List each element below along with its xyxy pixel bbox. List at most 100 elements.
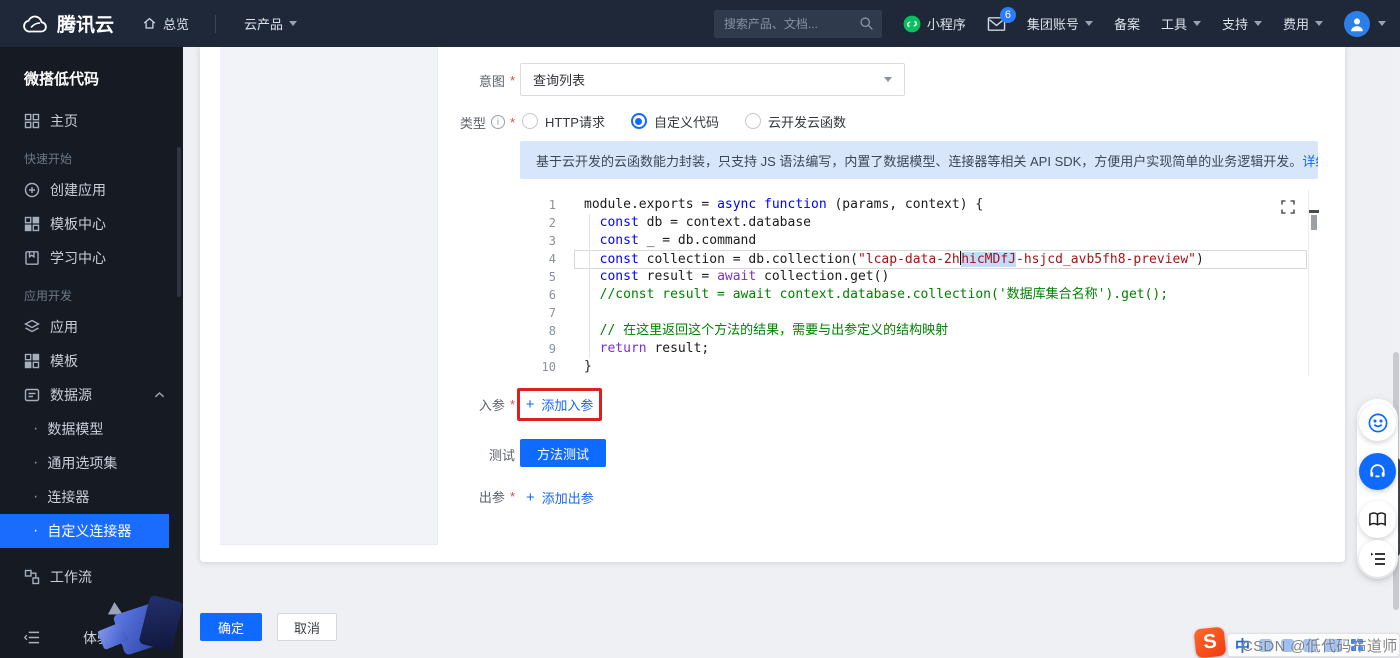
- feedback-smiley-button[interactable]: [1359, 404, 1396, 441]
- confirm-button[interactable]: 确定: [200, 613, 262, 641]
- line-number: 9: [548, 342, 556, 356]
- bullet-dot: ·: [33, 522, 39, 539]
- nav-cloud-products[interactable]: 云产品: [244, 14, 298, 33]
- nav-record[interactable]: 备案: [1114, 14, 1140, 33]
- indent-guide: [589, 214, 590, 358]
- input-params-label: 入参 *: [478, 396, 515, 413]
- nav-billing[interactable]: 费用: [1283, 14, 1323, 33]
- template-icon: [24, 353, 40, 369]
- custom-connector-method-dialog: 意图 * 查询列表 类型 i * HTTP请求 自定义代码 云开发云函数 基于云开发的…: [200, 47, 1345, 562]
- experience-survey-link[interactable]: 体验调研: [83, 628, 139, 648]
- sogou-input-logo[interactable]: S: [1193, 626, 1227, 658]
- chevron-down-icon: [884, 77, 892, 86]
- account-menu-caret[interactable]: [1378, 17, 1386, 30]
- radio-option-自定义代码[interactable]: 自定义代码: [630, 112, 719, 131]
- grid-icon: [24, 113, 40, 129]
- sidebar-item-工作流[interactable]: 工作流: [0, 560, 183, 594]
- caret-down-icon: [1084, 21, 1093, 30]
- search-icon: [859, 16, 874, 31]
- line-number: 10: [541, 360, 556, 374]
- main-content: 意图 * 查询列表 类型 i * HTTP请求 自定义代码 云开发云函数 基于云开发的…: [183, 47, 1400, 658]
- radio-unchecked-icon[interactable]: [744, 113, 761, 129]
- caret-down-icon: [289, 21, 298, 30]
- sidebar-item-应用[interactable]: 应用: [0, 310, 183, 344]
- code-line: 2 const db = context.database: [520, 214, 1318, 232]
- arrow-circle-icon[interactable]: [145, 630, 160, 645]
- nav-divider: [215, 14, 217, 33]
- required-mark: *: [509, 72, 515, 88]
- intent-select[interactable]: 查询列表: [520, 63, 905, 96]
- code-line: 8 // 在这里返回这个方法的结果，需要与出参定义的结构映射: [520, 322, 1318, 340]
- sidebar-item-数据模型[interactable]: · 数据模型: [0, 412, 183, 446]
- code-line: 4 const collection = db.collection("lcap…: [520, 250, 1318, 269]
- add-input-param-button[interactable]: + 添加入参: [526, 395, 594, 414]
- sidebar-item-主页[interactable]: 主页: [0, 104, 183, 138]
- sidebar-item-连接器[interactable]: · 连接器: [0, 480, 183, 514]
- nav-messages[interactable]: 6: [987, 6, 1016, 32]
- line-number: 3: [548, 234, 556, 248]
- tencent-cloud-logo-icon: [22, 14, 48, 34]
- code-line: 10}: [520, 358, 1318, 376]
- caret-down-icon: [1315, 21, 1323, 30]
- code-line: 6 //const result = await context.databas…: [520, 286, 1318, 304]
- caret-down-icon: [1192, 21, 1201, 30]
- collapse-sidebar-icon[interactable]: [24, 630, 41, 645]
- annotation-highlight-box: + 添加入参: [517, 388, 602, 421]
- sidebar-scrollbar[interactable]: [177, 147, 181, 297]
- info-icon: i: [490, 115, 505, 129]
- radio-option-云开发云函数[interactable]: 云开发云函数: [744, 112, 846, 131]
- ime-toolbar: 中 S CSDN @低代码布道师: [1193, 626, 1400, 658]
- code-line: 5 const result = await collection.get(): [520, 268, 1318, 286]
- radio-checked-icon[interactable]: [630, 113, 647, 129]
- sidebar-item-模板中心[interactable]: 模板中心: [0, 207, 183, 241]
- mini-program-icon: [903, 15, 921, 33]
- docs-book-button[interactable]: [1359, 501, 1396, 538]
- sidebar-item-数据源[interactable]: 数据源: [0, 378, 183, 412]
- sidebar-item-模板[interactable]: 模板: [0, 344, 183, 378]
- watermark-text: CSDN @低代码布道师: [1242, 638, 1398, 655]
- intent-field-label: 意图 *: [478, 72, 515, 89]
- sidebar-nav: 主页 快速开始 创建应用 模板中心 学习中心 应用开发 应用 模板 数据源 · 数据模型 · 通用选项集…: [0, 104, 183, 642]
- support-headset-button[interactable]: [1359, 453, 1396, 490]
- nav-group-account[interactable]: 集团账号: [1027, 14, 1093, 33]
- sidebar-item-学习中心[interactable]: 学习中心: [0, 241, 183, 275]
- radio-option-HTTP请求[interactable]: HTTP请求: [522, 112, 605, 131]
- type-field-label: 类型 i *: [459, 114, 515, 131]
- sidebar-section-label: 应用开发: [24, 289, 73, 303]
- bullet-dot: ·: [33, 420, 39, 437]
- bullet-dot: ·: [33, 488, 39, 505]
- plus-circle-icon: [24, 182, 40, 198]
- search-box[interactable]: 搜索产品、文档...: [713, 9, 882, 38]
- menu-list-button[interactable]: [1359, 540, 1396, 577]
- code-line: 9 return result;: [520, 340, 1318, 358]
- search-placeholder: 搜索产品、文档...: [723, 17, 818, 31]
- editor-scrollbar-thumb[interactable]: [1311, 215, 1317, 230]
- book-icon: [24, 250, 40, 266]
- line-number: 2: [548, 216, 556, 230]
- nav-overview[interactable]: 总览: [142, 14, 189, 33]
- fullscreen-icon[interactable]: [1281, 200, 1295, 214]
- tencent-cloud-brand[interactable]: 腾讯云: [22, 10, 114, 37]
- bullet-dot: ·: [33, 454, 39, 471]
- nav-tools[interactable]: 工具: [1161, 14, 1201, 33]
- method-test-button[interactable]: 方法测试: [520, 439, 606, 467]
- code-line: 7: [520, 304, 1318, 322]
- nav-support[interactable]: 支持: [1222, 14, 1262, 33]
- add-output-param-button[interactable]: + 添加出参: [526, 488, 594, 507]
- workflow-icon: [24, 569, 40, 585]
- cancel-button[interactable]: 取消: [277, 613, 337, 641]
- sidebar-item-自定义连接器[interactable]: · 自定义连接器: [0, 514, 169, 548]
- nav-mini-program[interactable]: 小程序: [903, 14, 966, 33]
- radio-unchecked-icon[interactable]: [522, 113, 538, 129]
- code-line: 1 module.exports = async function (params…: [520, 196, 1318, 214]
- caret-down-icon: [1378, 21, 1386, 30]
- sidebar-item-通用选项集[interactable]: · 通用选项集: [0, 446, 183, 480]
- sidebar-item-创建应用[interactable]: 创建应用: [0, 173, 183, 207]
- required-mark: *: [509, 396, 515, 412]
- code-editor[interactable]: 1 module.exports = async function (params…: [520, 190, 1319, 376]
- learn-more-link[interactable]: 详细了解: [1302, 151, 1318, 170]
- avatar[interactable]: [1344, 10, 1370, 37]
- editor-scrollbar[interactable]: [1308, 190, 1319, 376]
- plus-icon: +: [526, 489, 535, 506]
- banner-text: 基于云开发的云函数能力封装，只支持 JS 语法编写，内置了数据模型、连接器等相关…: [536, 153, 1303, 169]
